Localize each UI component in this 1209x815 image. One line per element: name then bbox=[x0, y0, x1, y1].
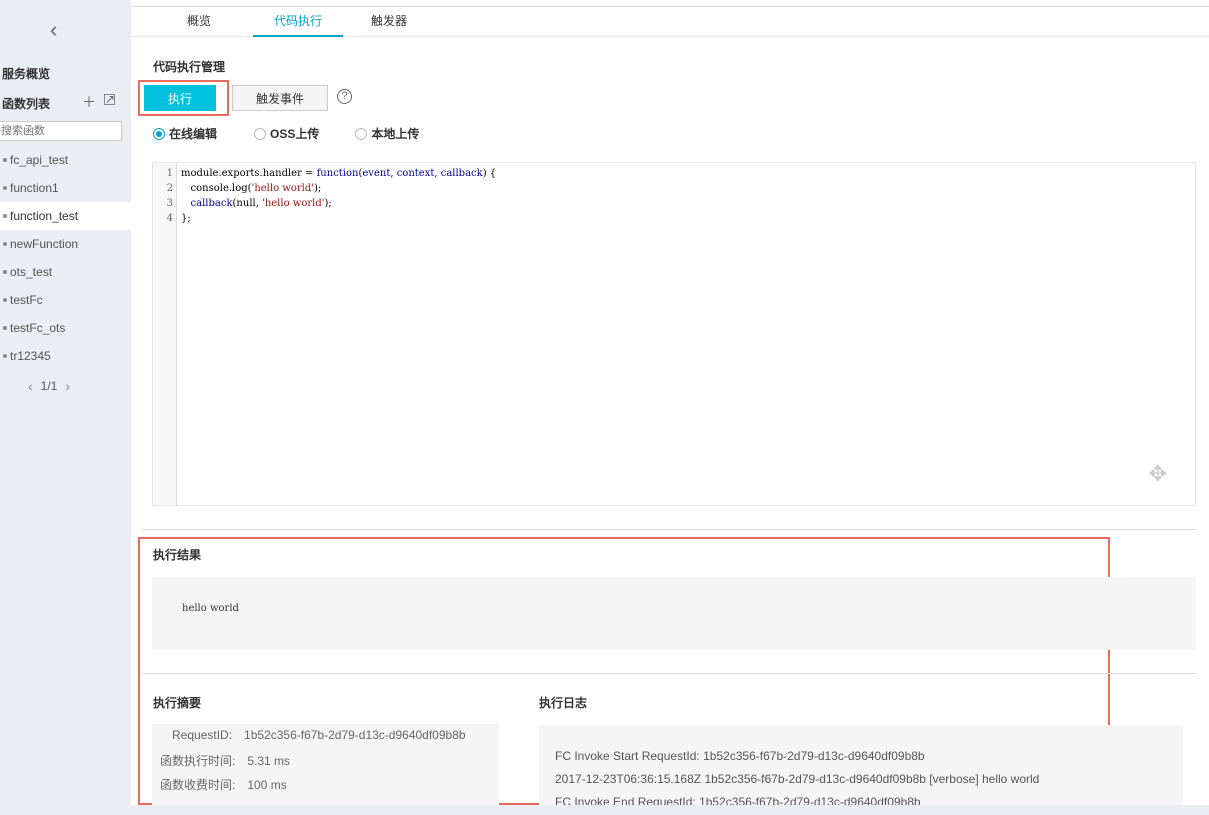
service-overview-link[interactable]: 服务概览 bbox=[2, 65, 50, 82]
summary-panel: RequestID: 1b52c356-f67b-2d79-d13c-d9640d… bbox=[152, 724, 499, 809]
list-item[interactable]: testFc bbox=[0, 286, 131, 314]
code-editor[interactable]: 1 2 3 4 module.exports.handler = functio… bbox=[152, 162, 1196, 506]
tab-bar: 概览 代码执行 触发器 bbox=[131, 7, 1209, 37]
line-number: 2 bbox=[166, 183, 173, 194]
help-icon[interactable]: ? bbox=[337, 89, 352, 104]
tab-overview[interactable]: 概览 bbox=[171, 7, 227, 37]
radio-oss-upload[interactable]: OSS上传 bbox=[254, 125, 319, 142]
page-indicator: 1/1 bbox=[40, 379, 58, 393]
main-panel: 概览 代码执行 触发器 代码执行管理 执行 触发事件 ? 在线编辑 OSS上传 … bbox=[131, 0, 1209, 815]
list-item[interactable]: tr12345 bbox=[0, 342, 131, 370]
request-id-label: RequestID: bbox=[172, 728, 233, 742]
list-item[interactable]: newFunction bbox=[0, 230, 131, 258]
billed-time-label: 函数收费时间: bbox=[160, 778, 236, 792]
chevron-left-icon[interactable]: ‹ bbox=[50, 18, 68, 42]
code-line: callback(null, 'hello world'); bbox=[190, 198, 332, 209]
chevron-right-icon[interactable]: › bbox=[65, 378, 70, 394]
log-title: 执行日志 bbox=[539, 696, 588, 710]
source-options: 在线编辑 OSS上传 本地上传 bbox=[153, 125, 419, 142]
export-icon[interactable]: ↗ bbox=[104, 93, 115, 105]
pager: ‹ 1/1 › bbox=[28, 378, 70, 394]
chevron-left-icon[interactable]: ‹ bbox=[28, 378, 33, 394]
radio-dot bbox=[355, 127, 368, 140]
sidebar: ‹ 服务概览 函数列表 ＋ ↗ fc_api_test function1 fu… bbox=[0, 0, 131, 815]
line-number: 4 bbox=[166, 213, 173, 224]
tab-triggers[interactable]: 触发器 bbox=[361, 7, 417, 37]
log-panel: FC Invoke Start RequestId: 1b52c356-f67b… bbox=[539, 725, 1183, 810]
run-button[interactable]: 执行 bbox=[144, 85, 216, 111]
line-gutter: 1 2 3 4 bbox=[153, 163, 177, 505]
line-number: 3 bbox=[166, 198, 173, 209]
exec-time-value: 5.31 ms bbox=[247, 754, 291, 768]
summary-title: 执行摘要 bbox=[153, 696, 202, 710]
list-item[interactable]: function1 bbox=[0, 174, 131, 202]
code-line: }; bbox=[181, 213, 191, 224]
plus-icon[interactable]: ＋ bbox=[82, 92, 96, 112]
search-input[interactable] bbox=[0, 121, 122, 141]
section-title: 代码执行管理 bbox=[153, 60, 226, 74]
radio-local-upload[interactable]: 本地上传 bbox=[355, 125, 419, 142]
function-list-heading: 函数列表 bbox=[2, 97, 51, 111]
radio-online-edit[interactable]: 在线编辑 bbox=[153, 125, 217, 142]
code-line: console.log('hello world'); bbox=[181, 183, 322, 194]
request-id-value: 1b52c356-f67b-2d79-d13c-d9640df09b8b bbox=[244, 728, 466, 742]
result-output: hello world bbox=[152, 577, 1196, 650]
result-title: 执行结果 bbox=[153, 548, 202, 562]
code-line: module.exports.handler = function(event,… bbox=[181, 168, 497, 179]
result-text: hello world bbox=[182, 603, 239, 614]
radio-dot bbox=[153, 127, 165, 140]
list-item[interactable]: fc_api_test bbox=[0, 146, 131, 174]
move-icon[interactable]: ✥ bbox=[1149, 461, 1167, 487]
tab-code-execution[interactable]: 代码执行 bbox=[253, 7, 343, 37]
list-item[interactable]: ots_test bbox=[0, 258, 131, 286]
log-line: FC Invoke Start RequestId: 1b52c356-f67b… bbox=[555, 749, 925, 763]
radio-dot bbox=[254, 127, 267, 140]
billed-time-value: 100 ms bbox=[247, 778, 287, 792]
exec-time-label: 函数执行时间: bbox=[160, 754, 236, 768]
list-item[interactable]: testFc_ots bbox=[0, 314, 131, 342]
function-list: fc_api_test function1 function_test newF… bbox=[0, 146, 131, 370]
trigger-event-button[interactable]: 触发事件 bbox=[232, 85, 328, 111]
line-number: 1 bbox=[166, 168, 173, 179]
list-item[interactable]: function_test bbox=[0, 202, 131, 230]
log-line: 2017-12-23T06:36:15.168Z 1b52c356-f67b-2… bbox=[555, 772, 1040, 786]
